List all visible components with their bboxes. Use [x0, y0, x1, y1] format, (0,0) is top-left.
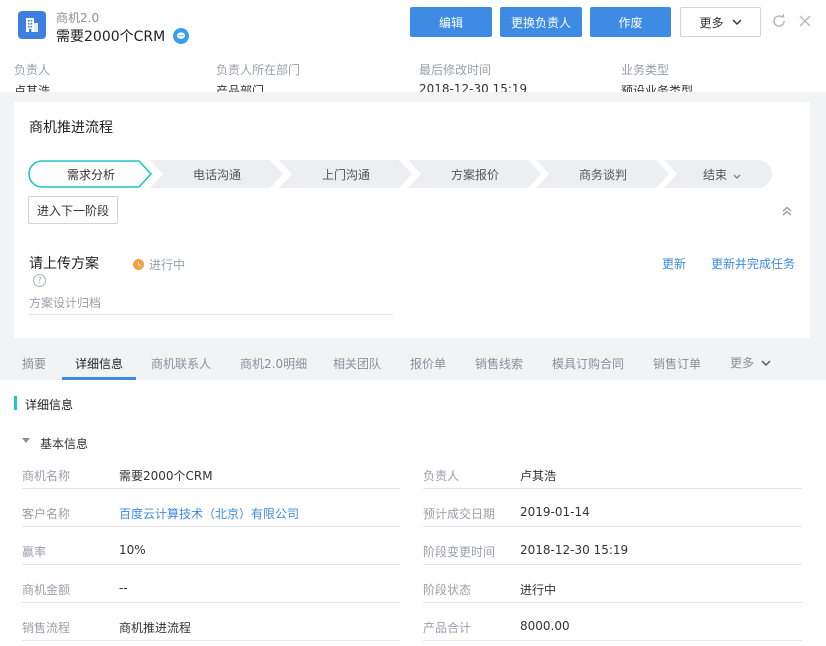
field-stage-status: 阶段状态 进行中 [423, 581, 802, 619]
task-status-label: 进行中 [149, 258, 186, 272]
active-tab-indicator [62, 377, 136, 380]
object-type-label: 商机2.0 [56, 11, 100, 25]
field-opportunity-name: 商机名称 需要2000个CRM [22, 467, 400, 505]
next-stage-button[interactable]: 进入下一阶段 [28, 196, 118, 224]
section-title: 详细信息 [25, 398, 74, 412]
stage-label: 上门沟通 [321, 167, 370, 182]
stage-step-5[interactable]: 商务谈判 [536, 160, 670, 188]
invalidate-button[interactable]: 作废 [590, 7, 671, 37]
stage-step-3[interactable]: 上门沟通 [279, 160, 413, 188]
building-icon [18, 11, 46, 39]
tab-details[interactable]: 详细信息 [75, 355, 123, 372]
stage-step-4[interactable]: 方案报价 [408, 160, 542, 188]
tab-mold-contracts[interactable]: 模具订购合同 [552, 355, 624, 372]
meta-last-modified: 最后修改时间 2018-12-30 15:19 [419, 63, 528, 96]
chat-icon[interactable] [173, 28, 190, 44]
help-icon[interactable]: ? [33, 274, 46, 287]
field-win-rate: 赢率 10% [22, 543, 400, 581]
tab-summary[interactable]: 摘要 [22, 355, 46, 372]
tab-opportunity-items[interactable]: 商机2.0明细 [240, 355, 307, 372]
refresh-icon[interactable] [770, 12, 788, 30]
tab-quotes[interactable]: 报价单 [410, 355, 446, 372]
update-and-complete-link[interactable]: 更新并完成任务 [711, 255, 795, 272]
detail-tabs: 摘要 详细信息 商机联系人 商机2.0明细 相关团队 报价单 销售线索 模具订购… [0, 348, 826, 380]
chevron-down-icon [732, 19, 742, 25]
stage-label: 结束 [702, 167, 727, 182]
tab-sales-orders[interactable]: 销售订单 [653, 355, 701, 372]
stage-step-1[interactable]: 需求分析 [28, 160, 154, 188]
update-link[interactable]: 更新 [662, 255, 686, 272]
subsection-title[interactable]: 基本信息 [40, 435, 88, 452]
chevron-down-icon [761, 360, 771, 366]
task-description: 方案设计归档 [29, 296, 102, 310]
field-expected-close-date: 预计成交日期 2019-01-14 [423, 505, 802, 543]
divider [29, 314, 393, 315]
stage-progress-bar: 需求分析 电话沟通 上门沟通 方案报价 商务谈判 结束 [28, 160, 772, 188]
close-icon[interactable] [796, 12, 814, 30]
field-sales-process: 销售流程 商机推进流程 [22, 619, 400, 646]
more-dropdown[interactable]: 更多 [680, 7, 761, 37]
more-label: 更多 [699, 15, 724, 30]
task-title: 请上传方案 [29, 256, 99, 272]
task-status: 进行中 [133, 256, 185, 273]
tab-leads[interactable]: 销售线索 [475, 355, 523, 372]
stage-label: 电话沟通 [192, 167, 241, 182]
tab-more[interactable]: 更多 [730, 354, 771, 371]
stage-label: 方案报价 [450, 167, 499, 182]
process-title: 商机推进流程 [29, 120, 113, 136]
section-accent-bar [14, 396, 17, 410]
edit-button[interactable]: 编辑 [410, 7, 492, 37]
clock-icon [133, 259, 144, 270]
field-customer-name: 客户名称 百度云计算技术（北京）有限公司 [22, 505, 400, 543]
customer-link[interactable]: 百度云计算技术（北京）有限公司 [119, 505, 299, 522]
collapse-icon[interactable] [780, 204, 794, 218]
stage-step-end[interactable]: 结束 [664, 160, 772, 188]
tab-more-label: 更多 [730, 356, 755, 370]
process-card: 商机推进流程 需求分析 电话沟通 上门沟通 方案报价 商务谈判 结束 进入下一阶… [14, 102, 810, 338]
stage-label: 商务谈判 [578, 167, 627, 182]
field-product-total: 产品合计 8000.00 [423, 619, 802, 646]
caret-down-icon[interactable] [22, 438, 30, 443]
field-stage-change-time: 阶段变更时间 2018-12-30 15:19 [423, 543, 802, 581]
tab-contacts[interactable]: 商机联系人 [151, 355, 211, 372]
field-amount: 商机金额 -- [22, 581, 400, 619]
stage-label: 需求分析 [66, 167, 115, 182]
change-owner-button[interactable]: 更换负责人 [500, 7, 582, 37]
record-title: 需要2000个CRM [56, 29, 166, 45]
field-owner: 负责人 卢其浩 [423, 467, 802, 505]
stage-step-2[interactable]: 电话沟通 [150, 160, 284, 188]
tab-team[interactable]: 相关团队 [333, 355, 381, 372]
